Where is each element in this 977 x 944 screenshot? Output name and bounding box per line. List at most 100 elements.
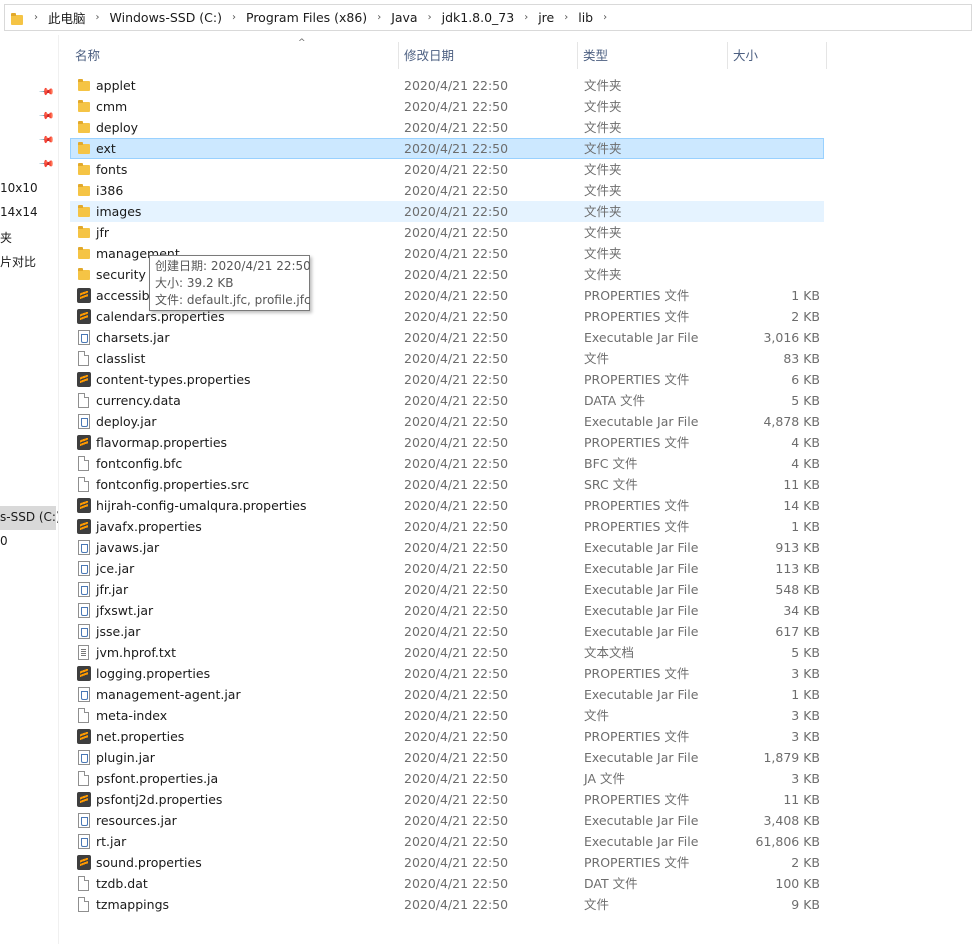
file-row[interactable]: psfontj2d.properties 2020/4/21 22:50 PROPE… [70,789,830,810]
file-type: 文件夹 [584,99,622,114]
file-row[interactable]: resources.jar 2020/4/21 22:50 Executable J… [70,810,830,831]
nav-item[interactable]: 片对比 [0,253,36,270]
sublime-file-icon [77,372,91,387]
chevron-right-icon[interactable]: › [90,12,106,23]
chevron-right-icon[interactable]: › [371,12,387,23]
breadcrumb-item[interactable]: 此电脑 [44,8,90,27]
pin-icon[interactable]: 📌 [38,84,55,101]
pin-icon[interactable]: 📌 [38,108,55,125]
file-row[interactable]: jvm.hprof.txt 2020/4/21 22:50 文本文档 5 KB [70,642,830,663]
file-type: PROPERTIES 文件 [584,498,690,513]
file-row[interactable]: psfont.properties.ja 2020/4/21 22:50 JA 文件… [70,768,830,789]
chevron-right-icon[interactable]: › [597,12,613,23]
file-row[interactable]: hijrah-config-umalqura.properties 2020/4/… [70,495,830,516]
file-row[interactable]: jfxswt.jar 2020/4/21 22:50 Executable Jar … [70,600,830,621]
navigation-pane[interactable]: 📌 📌 📌 📌 10x10 14x14 夹 片对比 s-SSD (C:) 0 [0,35,59,944]
file-row[interactable]: javaws.jar 2020/4/21 22:50 Executable Jar … [70,537,830,558]
file-row[interactable]: management-agent.jar 2020/4/21 22:50 Execu… [70,684,830,705]
breadcrumb-item[interactable]: Java [387,10,421,25]
file-row[interactable]: fontconfig.properties.src 2020/4/21 22:50… [70,474,830,495]
breadcrumb-item[interactable]: jdk1.8.0_73 [438,10,519,25]
tooltip-files: 文件: default.jfc, profile.jfc [155,293,311,307]
jar-file-icon [78,750,90,765]
chevron-right-icon[interactable]: › [422,12,438,23]
file-row[interactable]: applet 2020/4/21 22:50 文件夹 [70,75,830,96]
pin-icon[interactable]: 📌 [38,156,55,173]
file-row[interactable]: flavormap.properties 2020/4/21 22:50 PROPE… [70,432,830,453]
column-name[interactable]: 名称 [70,42,398,69]
column-type[interactable]: 类型 [578,42,727,69]
file-name: rt.jar [96,834,127,849]
file-row[interactable]: cmm 2020/4/21 22:50 文件夹 [70,96,830,117]
file-row[interactable]: deploy.jar 2020/4/21 22:50 Executable Jar … [70,411,830,432]
file-size: 913 KB [775,540,820,555]
file-date: 2020/4/21 22:50 [404,582,509,597]
address-bar[interactable]: › 此电脑 › Windows-SSD (C:) › Program Files (x86… [4,4,972,31]
file-row[interactable]: jsse.jar 2020/4/21 22:50 Executable Jar Fi… [70,621,830,642]
file-type: Executable Jar File [584,750,699,765]
breadcrumb-item[interactable]: Program Files (x86) [242,10,371,25]
file-row[interactable]: tzdb.dat 2020/4/21 22:50 DAT 文件 100 KB [70,873,830,894]
file-row[interactable]: logging.properties 2020/4/21 22:50 PROPERT… [70,663,830,684]
column-divider[interactable] [826,42,827,69]
file-type: PROPERTIES 文件 [584,855,690,870]
chevron-right-icon[interactable]: › [28,12,44,23]
chevron-right-icon[interactable]: › [518,12,534,23]
nav-item[interactable]: 0 [0,534,8,548]
column-header: ^ 名称 修改日期 类型 大小 [70,38,830,69]
file-row[interactable]: jfr.jar 2020/4/21 22:50 Executable Jar Fil… [70,579,830,600]
file-type: PROPERTIES 文件 [584,309,690,324]
file-row[interactable]: javafx.properties 2020/4/21 22:50 PROPERTI… [70,516,830,537]
file-name: currency.data [96,393,181,408]
nav-item[interactable]: 10x10 [0,181,38,195]
breadcrumb-item[interactable]: Windows-SSD (C:) [106,10,226,25]
jar-file-icon [78,540,90,555]
file-row[interactable]: jce.jar 2020/4/21 22:50 Executable Jar Fil… [70,558,830,579]
file-name: deploy [96,120,139,135]
sublime-file-icon [77,519,91,534]
file-row[interactable]: rt.jar 2020/4/21 22:50 Executable Jar File… [70,831,830,852]
file-row[interactable]: tzmappings 2020/4/21 22:50 文件 9 KB [70,894,830,915]
pin-icon[interactable]: 📌 [38,132,55,149]
file-row[interactable]: plugin.jar 2020/4/21 22:50 Executable Jar … [70,747,830,768]
file-type: PROPERTIES 文件 [584,519,690,534]
sublime-file-icon [77,309,91,324]
breadcrumb-item[interactable]: jre [534,10,558,25]
file-row[interactable]: deploy 2020/4/21 22:50 文件夹 [70,117,830,138]
file-type: PROPERTIES 文件 [584,666,690,681]
nav-item-drive[interactable]: s-SSD (C:) [0,510,58,524]
blank-file-icon [78,876,89,891]
file-type: Executable Jar File [584,582,699,597]
file-row[interactable]: net.properties 2020/4/21 22:50 PROPERTIES … [70,726,830,747]
nav-item[interactable]: 14x14 [0,205,38,219]
file-name: logging.properties [96,666,211,681]
file-name: cmm [96,99,128,114]
chevron-right-icon[interactable]: › [558,12,574,23]
file-row[interactable]: classlist 2020/4/21 22:50 文件 83 KB [70,348,830,369]
file-row[interactable]: meta-index 2020/4/21 22:50 文件 3 KB [70,705,830,726]
file-row[interactable]: currency.data 2020/4/21 22:50 DATA 文件 5 KB [70,390,830,411]
file-row[interactable]: i386 2020/4/21 22:50 文件夹 [70,180,830,201]
file-row[interactable]: ext 2020/4/21 22:50 文件夹 [70,138,824,159]
file-row[interactable]: sound.properties 2020/4/21 22:50 PROPERTIE… [70,852,830,873]
file-name: fonts [96,162,128,177]
nav-item[interactable]: 夹 [0,229,12,246]
file-list[interactable]: applet 2020/4/21 22:50 文件夹 cmm 2020/4/21 22:… [70,75,830,915]
file-name: security [96,267,146,282]
file-row[interactable]: fontconfig.bfc 2020/4/21 22:50 BFC 文件 4 KB [70,453,830,474]
jar-file-icon [78,414,90,429]
file-row[interactable]: charsets.jar 2020/4/21 22:50 Executable Ja… [70,327,830,348]
file-date: 2020/4/21 22:50 [404,162,509,177]
chevron-right-icon[interactable]: › [226,12,242,23]
breadcrumb-item[interactable]: lib [574,10,597,25]
column-date[interactable]: 修改日期 [399,42,577,69]
file-name: applet [96,78,136,93]
file-row[interactable]: images 2020/4/21 22:50 文件夹 [70,201,824,222]
file-date: 2020/4/21 22:50 [404,414,509,429]
file-row[interactable]: content-types.properties 2020/4/21 22:50 P… [70,369,830,390]
file-row[interactable]: jfr 2020/4/21 22:50 文件夹 [70,222,830,243]
column-size[interactable]: 大小 [728,42,826,69]
sublime-file-icon [77,855,91,870]
file-type: PROPERTIES 文件 [584,372,690,387]
file-row[interactable]: fonts 2020/4/21 22:50 文件夹 [70,159,830,180]
